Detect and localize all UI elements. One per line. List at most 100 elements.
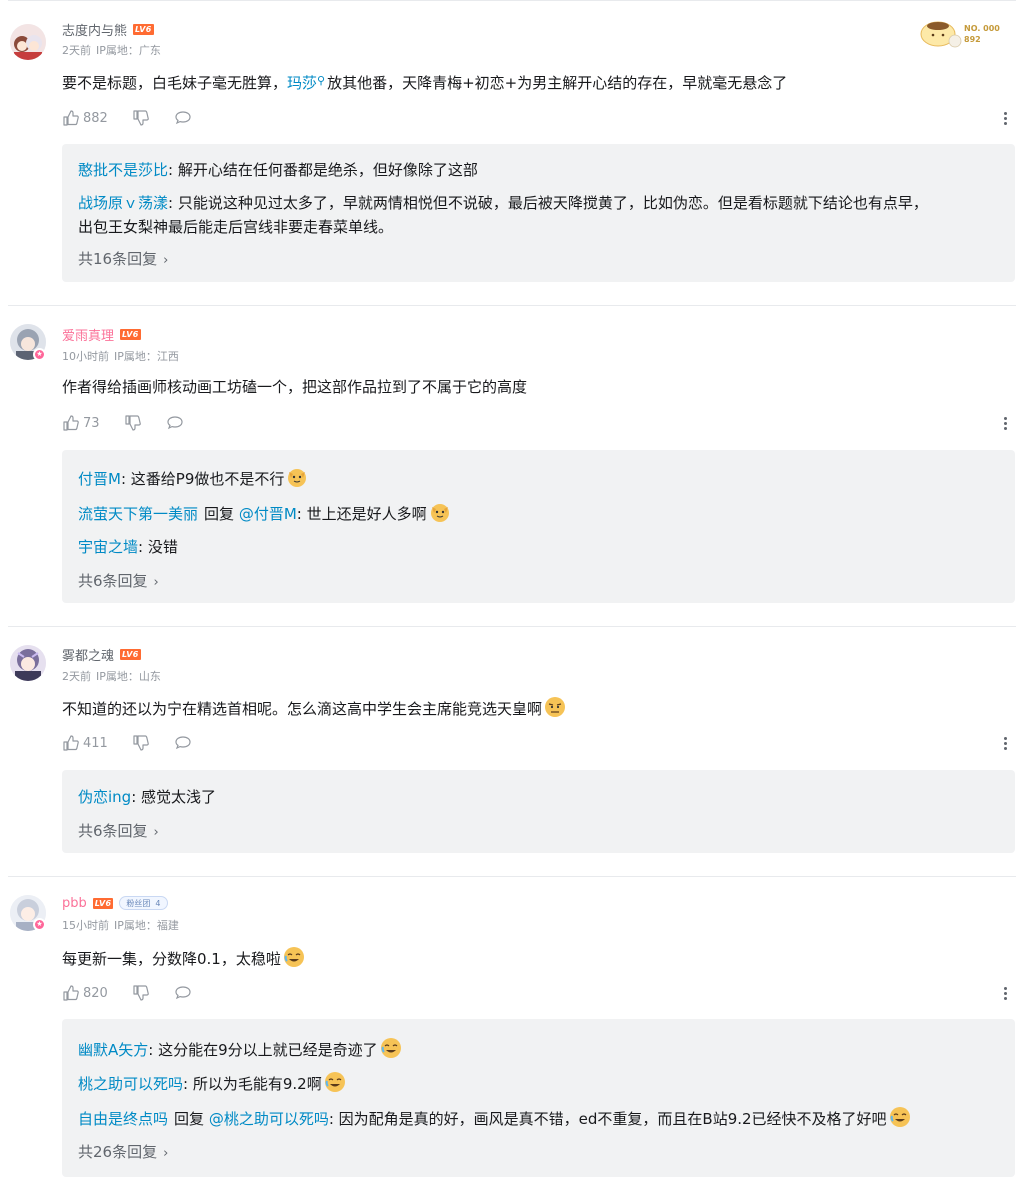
comment-time: 10小时前 — [62, 350, 109, 363]
comment-ip: IP属地：福建 — [114, 919, 179, 932]
emoji-laugh-cry-icon — [380, 1037, 402, 1059]
reply-username[interactable]: 伪恋ing — [78, 788, 131, 806]
username[interactable]: pbb — [62, 896, 87, 911]
comment-content: 作者得给插画师核动画工坊磕一个，把这部作品拉到了不属于它的高度 — [62, 378, 528, 396]
comment-meta: 15小时前 IP属地：福建 — [62, 917, 179, 933]
dislike-button[interactable] — [132, 734, 150, 752]
reply-box: 伪恋ing: 感觉太浅了 共6条回复 › — [62, 770, 1015, 853]
reply-text: : 因为配角是真的好，画风是真不错，ed不重复，而且在B站9.2已经快不及格了好… — [328, 1110, 887, 1128]
reply-text: : 只能说这种见过太多了，早就两情相悦但不说破，最后被天降搅黄了，比如伪恋。但是… — [168, 194, 928, 212]
fan-badge[interactable]: 粉丝团 4 — [119, 896, 168, 910]
comment-content: 要不是标题，白毛妹子毫无胜算，玛莎⚲ 放其他番，天降青梅+初恋+为男主解开心结的存… — [62, 70, 787, 94]
reply-text-line2: 出包王女梨神最后能走后宫线非要走春菜单线。 — [78, 218, 394, 236]
more-vertical-icon[interactable] — [1000, 108, 1010, 128]
emoji-annoyed-icon — [544, 696, 566, 718]
reply-box: 憨批不是莎比: 解开心结在任何番都是绝杀，但好像除了这部 战场原ｖ荡漾: 只能说… — [62, 144, 1015, 282]
more-replies-label: 共6条回复 — [78, 572, 148, 590]
comment-ip: IP属地：广东 — [96, 44, 161, 57]
top-divider — [8, 0, 1016, 1]
thumb-down-icon — [132, 984, 150, 1002]
content-text: 放其他番，天降青梅+初恋+为男主解开心结的存在，早就毫无悬念了 — [327, 74, 788, 92]
like-button[interactable]: 73 — [62, 414, 100, 432]
view-more-replies[interactable]: 共16条回复 › — [78, 248, 168, 269]
comment-meta: 2天前 IP属地：广东 — [62, 42, 161, 58]
view-more-replies[interactable]: 共6条回复 › — [78, 570, 159, 591]
comment-content: 不知道的还以为宁在精选首相呢。怎么滴这高中学生会主席能竞选天皇啊 — [62, 696, 566, 720]
like-button[interactable]: 411 — [62, 734, 108, 752]
reply-username[interactable]: 付晋M — [78, 470, 121, 488]
emoji-laugh-cry-icon — [889, 1106, 911, 1128]
reply-username[interactable]: 流萤天下第一美丽 — [78, 505, 198, 523]
reply-username[interactable]: 自由是终点吗 — [78, 1110, 168, 1128]
thumb-up-icon — [62, 414, 80, 432]
reply-username[interactable]: 桃之助可以死吗 — [78, 1075, 183, 1093]
reply-button[interactable] — [166, 414, 184, 432]
divider — [8, 305, 1016, 306]
reply-word: 回复 — [174, 1110, 205, 1128]
reply-bubble-icon — [174, 984, 192, 1002]
level-badge: LV6 — [92, 897, 114, 909]
reply-bubble-icon — [174, 734, 192, 752]
mention-link[interactable]: @桃之助可以死吗 — [209, 1110, 329, 1128]
level-badge: LV6 — [133, 23, 154, 35]
comment-ip: IP属地：江西 — [114, 350, 179, 363]
view-more-replies[interactable]: 共26条回复 › — [78, 1141, 168, 1162]
reply-text: : 感觉太浅了 — [131, 788, 217, 806]
reply-username[interactable]: 战场原ｖ荡漾 — [78, 194, 168, 212]
username[interactable]: 志度内与熊 — [62, 20, 127, 39]
like-button[interactable]: 820 — [62, 984, 108, 1002]
search-link[interactable]: 玛莎 — [287, 74, 317, 92]
thumb-down-icon — [132, 109, 150, 127]
chevron-right-icon: › — [163, 1146, 169, 1161]
decoration-number: NO. 000892 — [964, 24, 1000, 44]
reply-text: : 所以为毛能有9.2啊 — [183, 1075, 322, 1093]
thumb-up-icon — [62, 109, 80, 127]
like-button[interactable]: 882 — [62, 109, 108, 127]
level-badge: LV6 — [120, 328, 141, 340]
like-count: 820 — [83, 985, 108, 1001]
reply-item: 憨批不是莎比: 解开心结在任何番都是绝杀，但好像除了这部 — [78, 158, 999, 182]
search-icon[interactable]: ⚲ — [317, 74, 325, 87]
reply-button[interactable] — [174, 109, 192, 127]
username[interactable]: 雾都之魂 — [62, 645, 114, 664]
comment-time: 2天前 — [62, 44, 91, 57]
reply-text: : 没错 — [138, 538, 178, 556]
thumb-up-icon — [62, 984, 80, 1002]
view-more-replies[interactable]: 共6条回复 › — [78, 820, 159, 841]
divider — [8, 876, 1016, 877]
reply-word: 回复 — [204, 505, 235, 523]
reply-bubble-icon — [166, 414, 184, 432]
more-vertical-icon[interactable] — [1000, 983, 1010, 1003]
thumb-down-icon — [124, 414, 142, 432]
avatar[interactable] — [10, 645, 46, 681]
avatar[interactable] — [10, 24, 46, 60]
reply-button[interactable] — [174, 734, 192, 752]
more-vertical-icon[interactable] — [1000, 413, 1010, 433]
like-count: 882 — [83, 110, 108, 126]
reply-text: : 世上还是好人多啊 — [296, 505, 427, 523]
reply-item: 自由是终点吗 回复 @桃之助可以死吗: 因为配角是真的好，画风是真不错，ed不重复… — [78, 1106, 999, 1131]
dislike-button[interactable] — [132, 109, 150, 127]
reply-item: 宇宙之墙: 没错 — [78, 535, 999, 559]
reply-username[interactable]: 宇宙之墙 — [78, 538, 138, 556]
reply-button[interactable] — [174, 984, 192, 1002]
reply-item: 伪恋ing: 感觉太浅了 — [78, 785, 999, 809]
reply-text: : 这分能在9分以上就已经是奇迹了 — [148, 1041, 378, 1059]
thumb-up-icon — [62, 734, 80, 752]
thumb-down-icon — [132, 734, 150, 752]
emoji-laugh-cry-icon — [283, 946, 305, 968]
comment-content: 每更新一集，分数降0.1，太稳啦 — [62, 946, 305, 970]
reply-username[interactable]: 幽默A矢方 — [78, 1041, 148, 1059]
reply-username[interactable]: 憨批不是莎比 — [78, 161, 168, 179]
chevron-right-icon: › — [153, 575, 159, 590]
dislike-button[interactable] — [124, 414, 142, 432]
dislike-button[interactable] — [132, 984, 150, 1002]
mention-link[interactable]: @付晋M — [239, 505, 297, 523]
more-vertical-icon[interactable] — [1000, 733, 1010, 753]
comment-meta: 10小时前 IP属地：江西 — [62, 348, 179, 364]
vip-badge: ★ — [33, 918, 46, 931]
divider — [8, 626, 1016, 627]
reply-text: : 解开心结在任何番都是绝杀，但好像除了这部 — [168, 161, 478, 179]
level-badge: LV6 — [120, 648, 141, 660]
username[interactable]: 爱雨真理 — [62, 325, 114, 344]
